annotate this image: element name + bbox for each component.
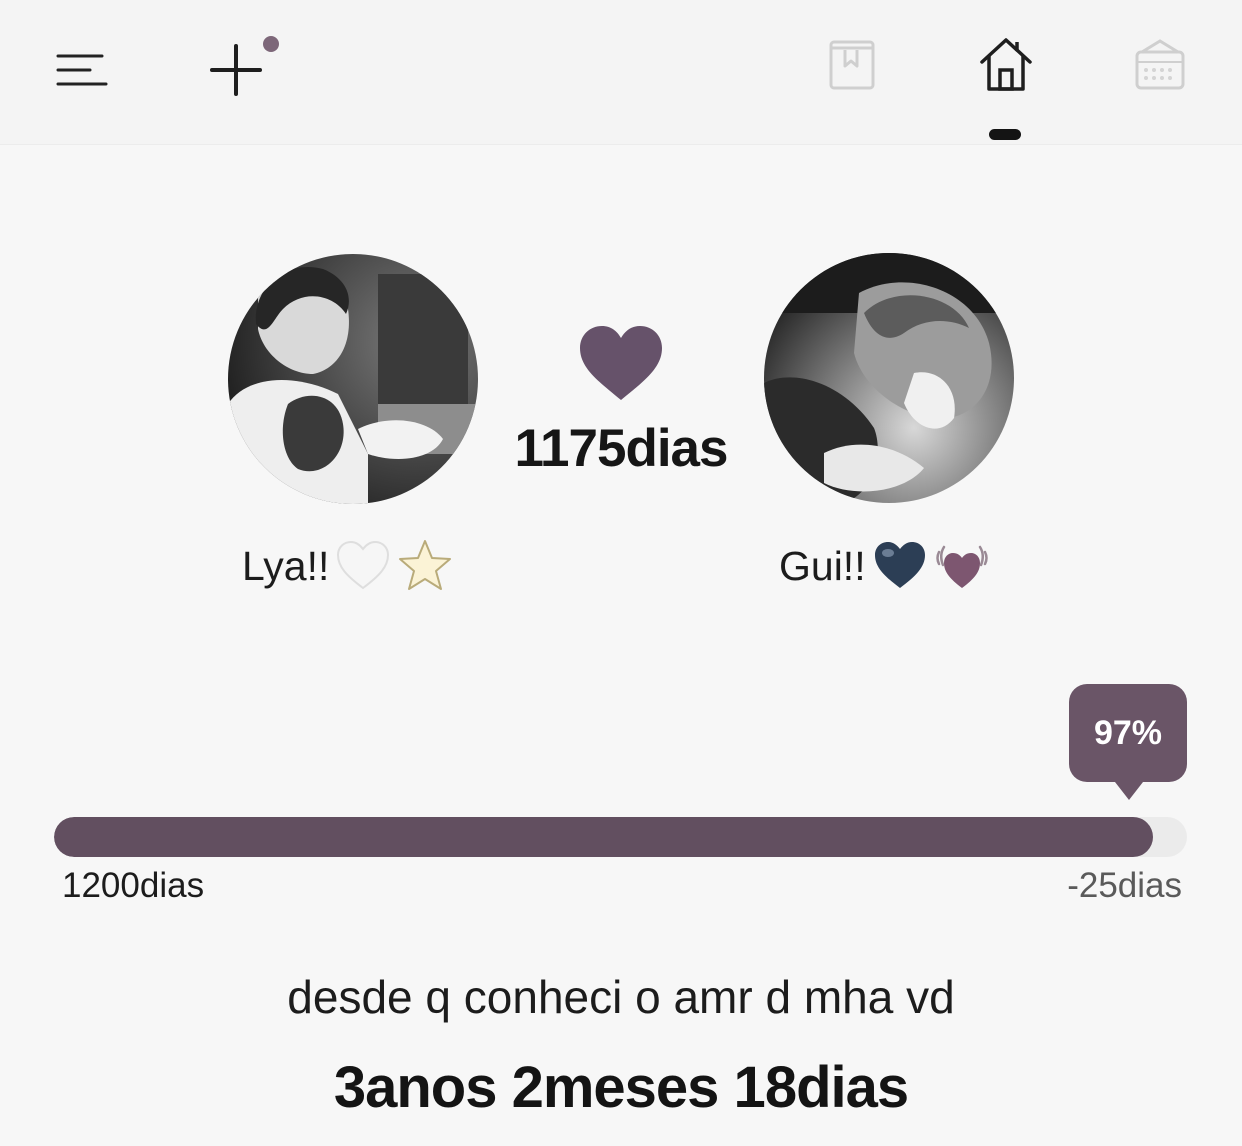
blue-heart-icon <box>872 538 928 594</box>
heart-icon <box>578 326 664 402</box>
progress-percent-tooltip: 97% <box>1069 684 1187 800</box>
duration-text: 3anos 2meses 18dias <box>333 1055 909 1120</box>
progress-start-label: 1200dias <box>62 866 205 905</box>
notification-dot <box>263 36 279 52</box>
top-navigation-bar <box>0 0 1242 145</box>
progress-bar-track <box>54 817 1187 857</box>
beating-heart-icon <box>934 538 990 594</box>
left-person-name-row: Lya!! <box>242 536 453 596</box>
right-person-name: Gui!! <box>779 542 866 589</box>
book-icon[interactable] <box>828 38 876 92</box>
menu-icon[interactable] <box>56 50 110 90</box>
progress-bar-fill <box>54 817 1153 857</box>
avatar-left[interactable] <box>228 254 478 504</box>
right-person-name-row: Gui!! <box>779 536 990 596</box>
home-icon[interactable] <box>978 34 1034 94</box>
add-icon[interactable] <box>208 34 284 100</box>
days-together-count: 1175dias <box>514 419 728 478</box>
caption-text: desde q conheci o amr d mha vd <box>287 971 955 1023</box>
progress-remaining-label: -25dias <box>1067 866 1182 905</box>
avatar-right[interactable] <box>764 253 1014 503</box>
left-person-name: Lya!! <box>242 542 330 589</box>
active-tab-indicator <box>989 129 1021 140</box>
star-icon <box>397 538 453 594</box>
calendar-icon[interactable] <box>1134 38 1186 92</box>
white-heart-icon <box>335 538 391 594</box>
